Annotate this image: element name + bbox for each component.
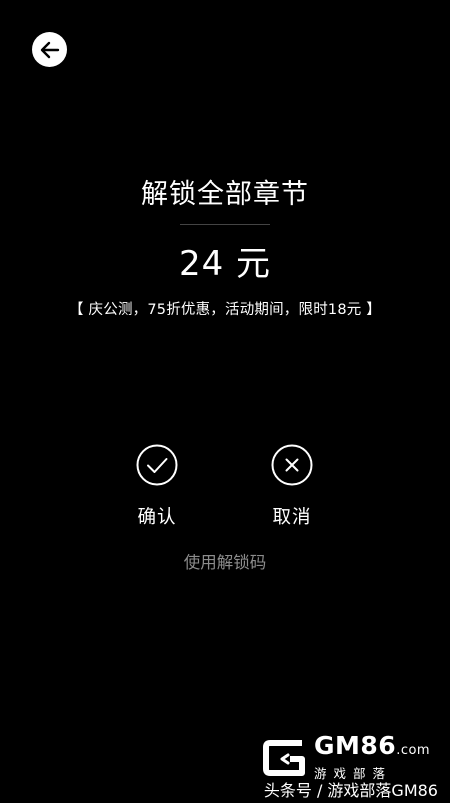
back-button[interactable]: [32, 32, 67, 67]
logo-domain-text: .com: [396, 743, 431, 758]
logo-main-text: GM86: [314, 731, 397, 760]
gm86-logo: GM86.com 游戏部落: [262, 733, 430, 782]
dialog-title: 解锁全部章节: [141, 179, 309, 210]
close-circle-icon: [271, 444, 313, 486]
price-label: 24 元: [178, 244, 272, 284]
checkmark-circle-icon: [136, 444, 178, 486]
cancel-label: 取消: [272, 507, 312, 528]
cancel-button[interactable]: 取消: [262, 444, 322, 529]
gm86-logo-mark-icon: [263, 739, 305, 776]
promo-text: 【 庆公测，75折优惠，活动期间，限时18元 】: [69, 302, 381, 318]
use-unlock-code-link[interactable]: 使用解锁码: [0, 549, 450, 573]
watermark-text: 头条号 / 游戏部落GM86: [263, 781, 438, 800]
title-divider: [180, 224, 270, 225]
confirm-label: 确认: [137, 507, 177, 528]
confirm-button[interactable]: 确认: [127, 444, 187, 529]
arrow-left-icon: [40, 41, 59, 58]
